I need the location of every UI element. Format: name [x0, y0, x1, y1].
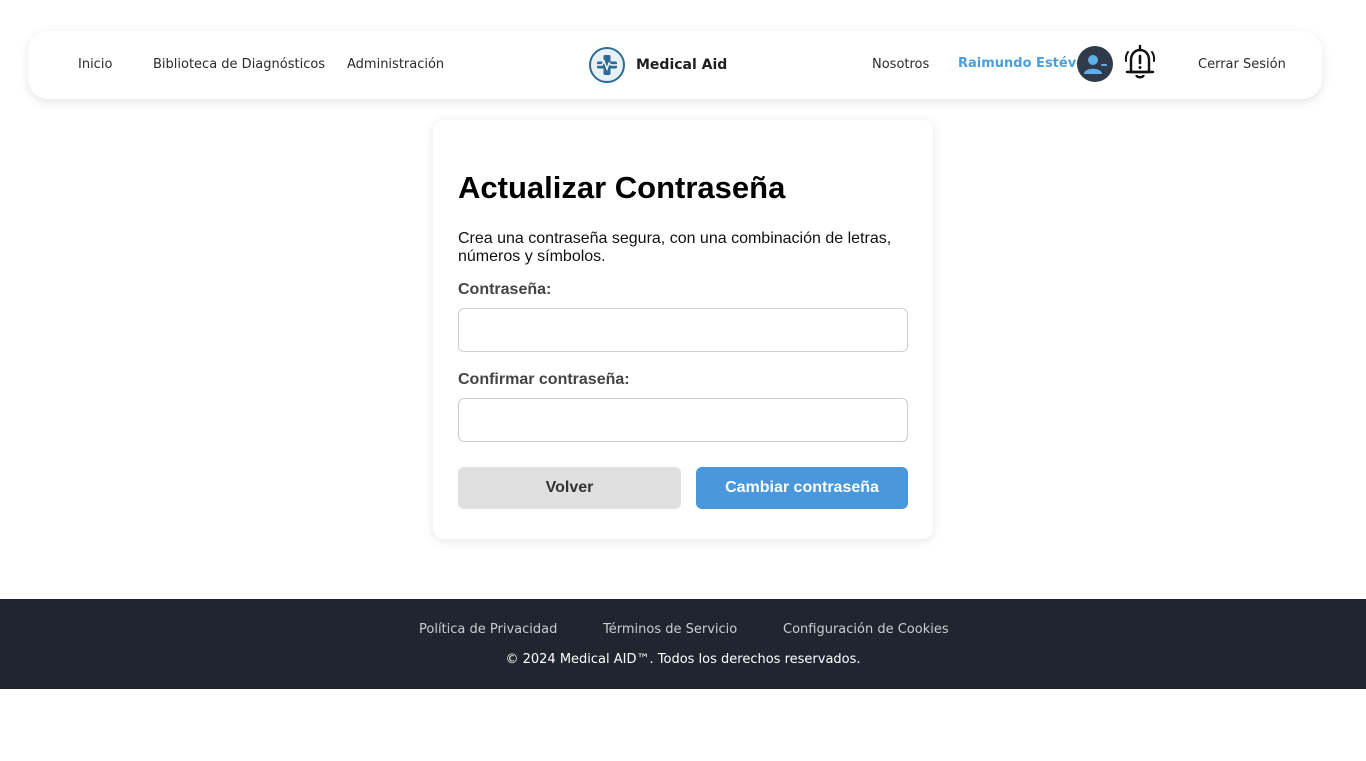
brand[interactable]: Medical Aid — [589, 47, 727, 83]
footer-link-cookies[interactable]: Configuración de Cookies — [783, 622, 949, 637]
brand-name: Medical Aid — [636, 57, 728, 73]
user-name[interactable]: Raimundo Estévez — [958, 56, 1093, 71]
top-navbar: Inicio Biblioteca de Diagnósticos Admini… — [28, 31, 1322, 99]
nav-link-nosotros[interactable]: Nosotros — [872, 57, 929, 72]
user-avatar-icon[interactable] — [1077, 46, 1113, 82]
password-label: Contraseña: — [458, 281, 552, 298]
nav-link-biblioteca[interactable]: Biblioteca de Diagnósticos — [153, 57, 325, 72]
nav-link-administracion[interactable]: Administración — [347, 57, 444, 72]
bell-alert-icon[interactable] — [1122, 43, 1158, 83]
confirm-password-input[interactable] — [458, 398, 908, 442]
copyright-text: © 2024 Medical AID™. Todos los derechos … — [505, 652, 861, 667]
change-password-button[interactable]: Cambiar contraseña — [696, 467, 908, 509]
update-password-card: Actualizar Contraseña Crea una contraseñ… — [433, 120, 933, 539]
medical-cross-logo-icon — [589, 47, 625, 83]
password-input[interactable] — [458, 308, 908, 352]
footer: Política de Privacidad Términos de Servi… — [0, 599, 1366, 689]
footer-link-privacy[interactable]: Política de Privacidad — [419, 622, 557, 637]
page-title: Actualizar Contraseña — [458, 170, 786, 205]
confirm-password-label: Confirmar contraseña: — [458, 371, 630, 388]
logout-link[interactable]: Cerrar Sesión — [1198, 57, 1286, 72]
back-button[interactable]: Volver — [458, 467, 681, 509]
footer-link-terms[interactable]: Términos de Servicio — [603, 622, 737, 637]
form-description: Crea una contraseña segura, con una comb… — [458, 230, 892, 265]
nav-link-inicio[interactable]: Inicio — [78, 57, 112, 72]
